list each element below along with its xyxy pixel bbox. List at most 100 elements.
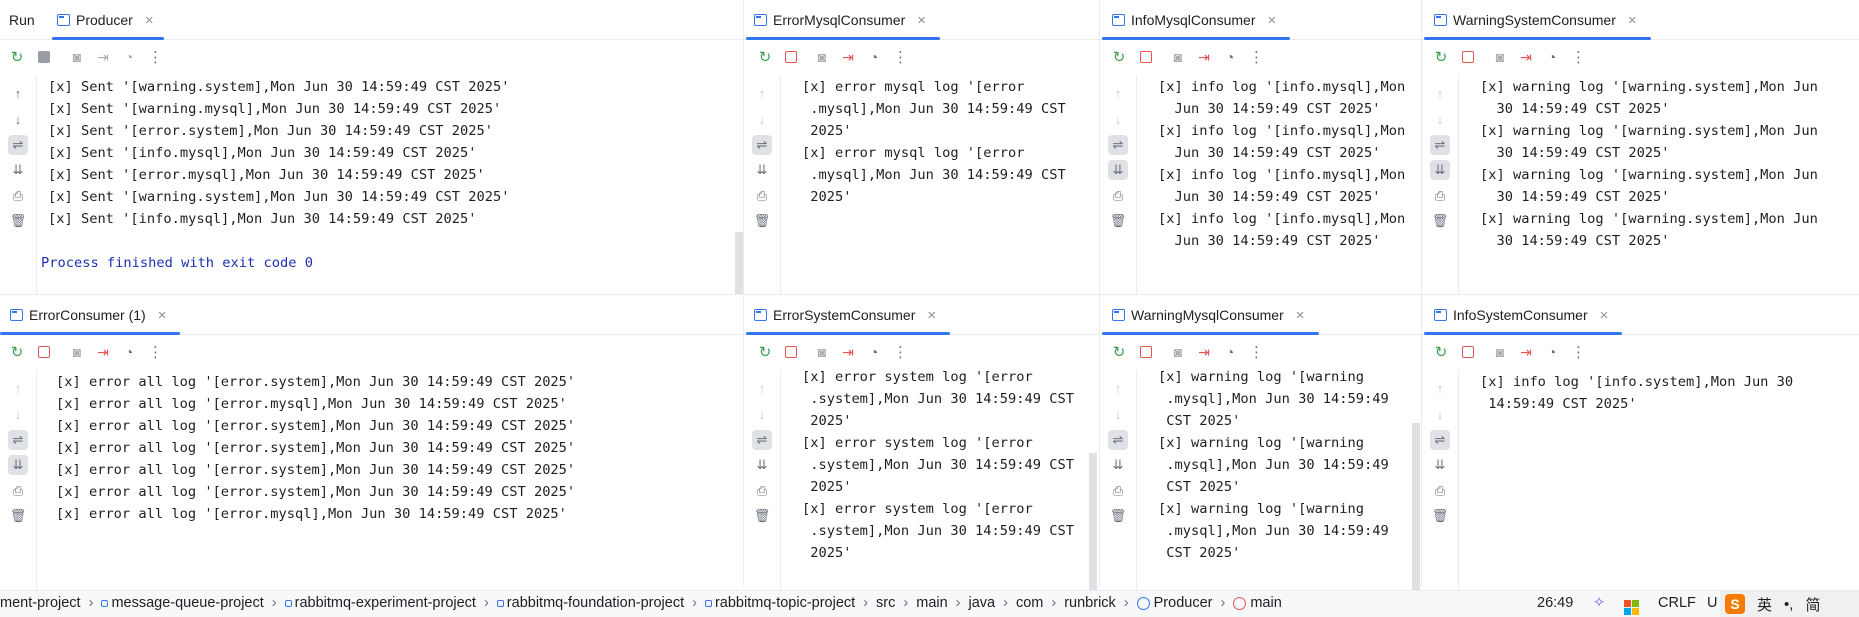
print-icon[interactable]: ⎙ [1108,481,1128,501]
line-separator[interactable]: CRLF [1658,595,1696,611]
breadcrumb-item[interactable]: Producer [1154,595,1213,611]
tab-warning-mysql-consumer[interactable]: WarningMysqlConsumer × [1102,295,1319,335]
close-icon[interactable]: × [158,307,167,324]
breadcrumb-item[interactable]: com [1016,595,1043,611]
export-icon[interactable]: ⇥ [1195,48,1213,66]
soft-wrap-icon[interactable]: ⇌ [752,135,772,155]
export-icon[interactable]: ⇥ [839,48,857,66]
scroll-down-icon[interactable]: ↓ [752,404,772,424]
rerun-icon[interactable]: ↻ [8,343,26,361]
scrollbar[interactable] [1412,423,1420,590]
scroll-up-icon[interactable]: ↑ [1430,83,1450,103]
more-options-icon[interactable]: ⋮ [891,48,909,66]
close-icon[interactable]: × [145,12,154,29]
scroll-down-icon[interactable]: ↓ [8,109,28,129]
more-options-icon[interactable]: ⋮ [1247,343,1265,361]
more-options-icon[interactable]: ⋮ [1247,48,1265,66]
more-options-icon[interactable]: ⋮ [891,343,909,361]
breadcrumb-item[interactable]: ment-project [0,595,81,611]
punctuation-icon[interactable]: •, [1784,596,1793,613]
print-icon[interactable]: ⎙ [752,481,772,501]
scroll-down-icon[interactable]: ↓ [1430,109,1450,129]
stop-icon[interactable] [35,48,53,66]
breadcrumb-item[interactable]: message-queue-project [111,595,263,611]
breadcrumb-item[interactable]: src [876,595,895,611]
print-icon[interactable]: ⎙ [1108,186,1128,206]
close-icon[interactable]: × [927,307,936,324]
export-icon[interactable]: ⇥ [1517,343,1535,361]
close-icon[interactable]: × [1268,12,1277,29]
scroll-to-end-icon[interactable]: ⇊ [1430,455,1450,475]
export-icon[interactable]: ⇥ [1517,48,1535,66]
breadcrumb-item[interactable]: rabbitmq-experiment-project [295,595,476,611]
scroll-up-icon[interactable]: ↑ [8,83,28,103]
clear-all-icon[interactable]: 🗑 [1430,211,1450,231]
profiler-icon[interactable]: ◔ [1543,48,1561,66]
tab-info-system-consumer[interactable]: InfoSystemConsumer × [1424,295,1623,335]
profiler-icon[interactable]: ◔ [1221,343,1239,361]
soft-wrap-icon[interactable]: ⇌ [1108,430,1128,450]
tab-warning-system-consumer[interactable]: WarningSystemConsumer × [1424,0,1651,40]
sogou-logo-icon[interactable]: S [1725,594,1745,614]
stop-icon[interactable] [1137,48,1155,66]
scrollbar[interactable] [1089,453,1097,590]
stop-icon[interactable] [782,343,800,361]
ime-mode[interactable]: 简 [1805,594,1820,615]
close-icon[interactable]: × [1600,307,1609,324]
scrollbar[interactable] [735,232,743,294]
camera-icon[interactable]: ◙ [813,48,831,66]
file-encoding[interactable]: U [1707,595,1717,611]
camera-icon[interactable]: ◙ [68,48,86,66]
stop-icon[interactable] [35,343,53,361]
console-output[interactable]: [x] error system log '[error .system],Mo… [802,366,1091,564]
breadcrumb-item[interactable]: main [1250,595,1281,611]
rerun-icon[interactable]: ↻ [1110,48,1128,66]
camera-icon[interactable]: ◙ [1169,48,1187,66]
console-output[interactable]: [x] Sent '[warning.system],Mon Jun 30 14… [41,76,735,274]
close-icon[interactable]: × [917,12,926,29]
ai-assistant-icon[interactable]: ✧ [1593,595,1605,611]
scroll-down-icon[interactable]: ↓ [8,404,28,424]
scroll-up-icon[interactable]: ↑ [752,83,772,103]
profiler-icon[interactable]: ◔ [865,48,883,66]
console-output[interactable]: [x] info log '[info.system],Mon Jun 30 1… [1480,371,1851,415]
scroll-to-end-icon[interactable]: ⇊ [752,160,772,180]
profiler-icon[interactable]: ◔ [1221,48,1239,66]
stop-icon[interactable] [1137,343,1155,361]
ime-language[interactable]: 英 [1757,594,1772,615]
soft-wrap-icon[interactable]: ⇌ [1430,430,1450,450]
scroll-down-icon[interactable]: ↓ [1108,404,1128,424]
camera-icon[interactable]: ◙ [813,343,831,361]
console-output[interactable]: [x] warning log '[warning .mysql],Mon Ju… [1158,366,1413,564]
close-icon[interactable]: × [1628,12,1637,29]
scroll-up-icon[interactable]: ↑ [1108,83,1128,103]
caret-position[interactable]: 26:49 [1537,595,1573,611]
export-icon[interactable]: ⇥ [1195,343,1213,361]
scroll-up-icon[interactable]: ↑ [1430,378,1450,398]
clear-all-icon[interactable]: 🗑 [8,211,28,231]
rerun-icon[interactable]: ↻ [1432,48,1450,66]
more-options-icon[interactable]: ⋮ [146,48,164,66]
export-icon[interactable]: ⇥ [839,343,857,361]
more-options-icon[interactable]: ⋮ [146,343,164,361]
scroll-to-end-icon[interactable]: ⇊ [1430,160,1450,180]
clear-all-icon[interactable]: 🗑 [8,506,28,526]
console-output[interactable]: [x] error all log '[error.system],Mon Ju… [56,371,735,525]
more-options-icon[interactable]: ⋮ [1569,48,1587,66]
clear-all-icon[interactable]: 🗑 [1108,211,1128,231]
tab-producer[interactable]: Producer × [52,0,164,40]
soft-wrap-icon[interactable]: ⇌ [752,430,772,450]
export-icon[interactable]: ⇥ [94,343,112,361]
scroll-down-icon[interactable]: ↓ [1430,404,1450,424]
tab-info-mysql-consumer[interactable]: InfoMysqlConsumer × [1102,0,1291,40]
breadcrumb-item[interactable]: java [969,595,996,611]
rerun-icon[interactable]: ↻ [756,48,774,66]
scroll-to-end-icon[interactable]: ⇊ [8,455,28,475]
stop-icon[interactable] [1459,343,1477,361]
profiler-icon[interactable]: ◔ [865,343,883,361]
scroll-up-icon[interactable]: ↑ [8,378,28,398]
clear-all-icon[interactable]: 🗑 [752,506,772,526]
breadcrumb-item[interactable]: main [916,595,947,611]
clear-all-icon[interactable]: 🗑 [1108,506,1128,526]
breadcrumb-item[interactable]: runbrick [1064,595,1116,611]
